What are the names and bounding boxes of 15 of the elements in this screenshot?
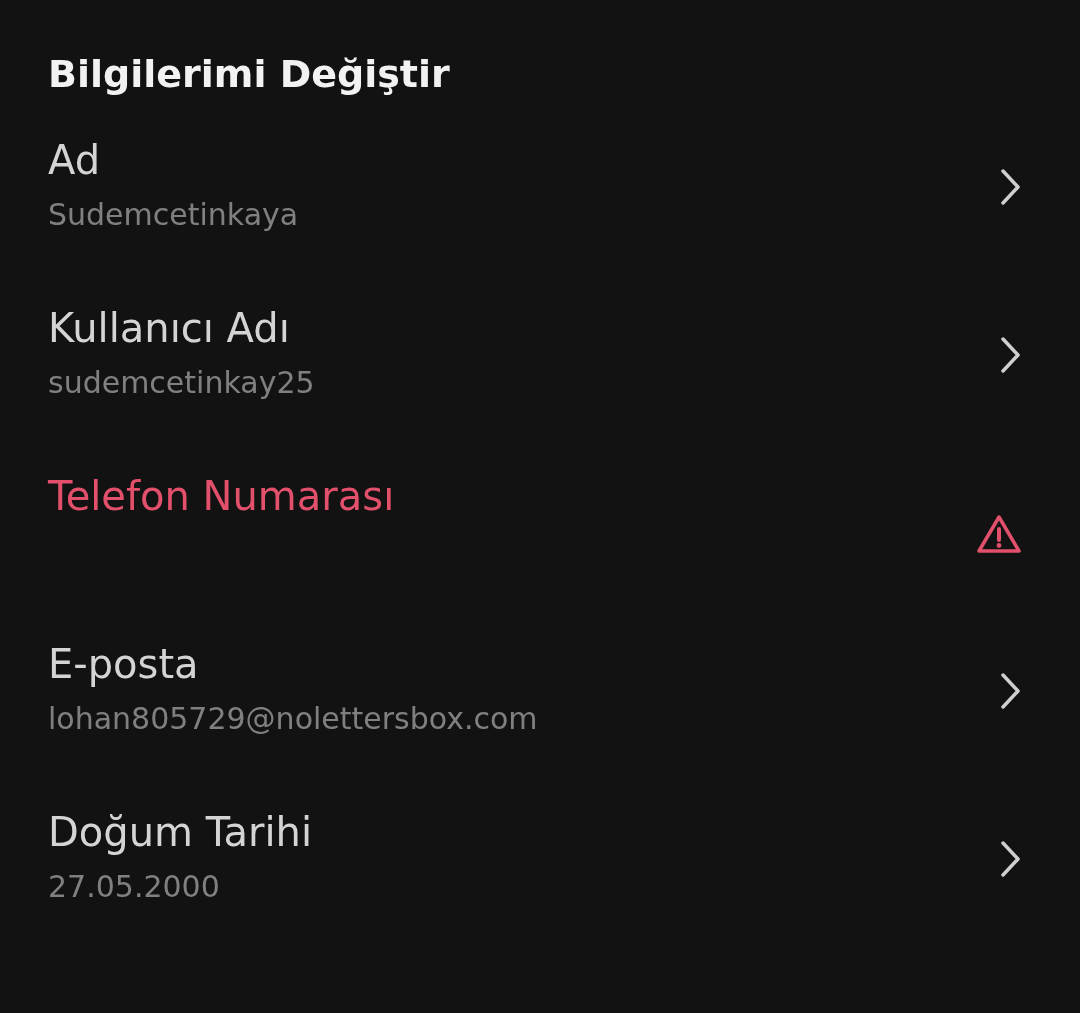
setting-label[interactable]: Doğum Tarihi [48, 806, 313, 858]
warning-icon [976, 514, 1022, 554]
page-title: Bilgilerimi Değiştir [48, 51, 451, 98]
setting-label[interactable]: E-posta [48, 638, 538, 690]
setting-value: 27.05.2000 [48, 868, 221, 906]
setting-value: lohan805729@nolettersbox.com [48, 700, 538, 738]
setting-label[interactable]: Kullanıcı Adı [48, 302, 315, 354]
setting-value: Sudemcetinkaya [48, 196, 299, 234]
setting-label[interactable]: Ad [48, 134, 299, 186]
setting-label[interactable]: Telefon Numarası [48, 470, 395, 522]
setting-value: sudemcetinkay25 [48, 364, 315, 402]
chevron-right-icon [1000, 840, 1022, 878]
chevron-right-icon [1000, 168, 1022, 206]
chevron-right-icon [1000, 672, 1022, 710]
chevron-right-icon [1000, 336, 1022, 374]
